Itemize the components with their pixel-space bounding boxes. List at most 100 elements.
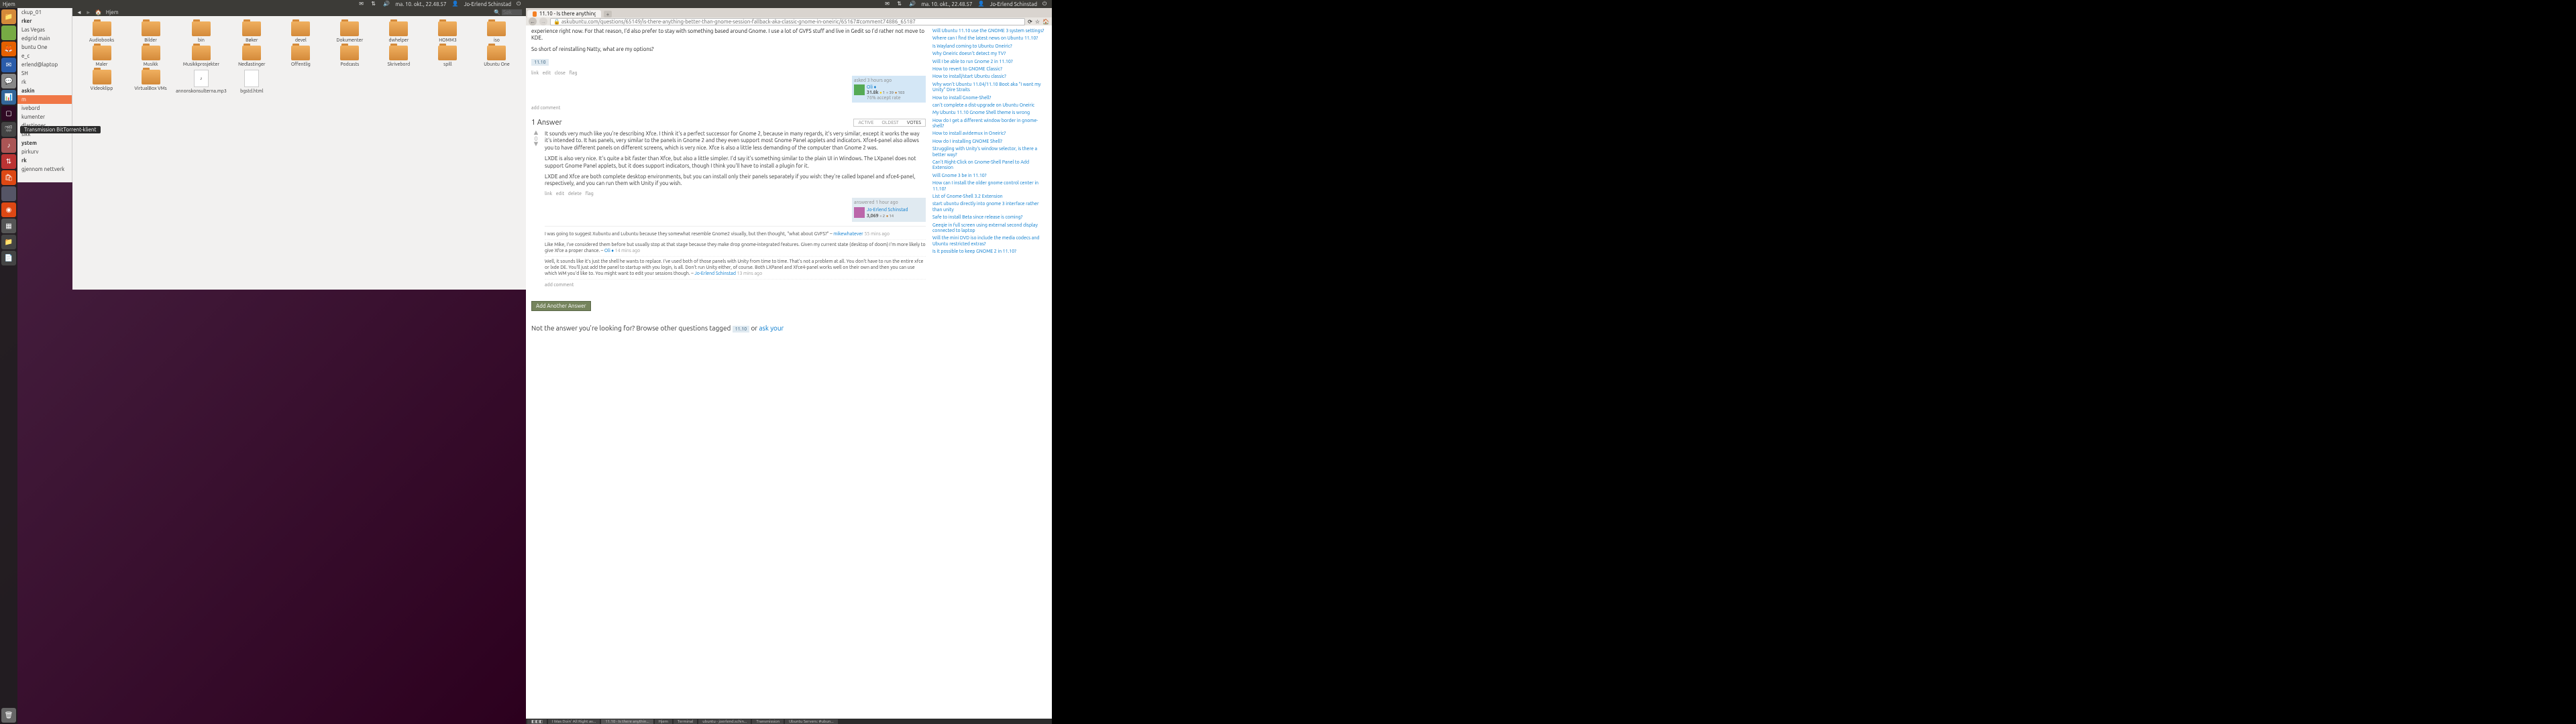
mail-icon[interactable]: ✉: [885, 1, 892, 7]
folder-item[interactable]: Audiobooks: [78, 21, 125, 43]
clock[interactable]: ma. 10. okt., 22.48.57: [395, 1, 446, 7]
related-link[interactable]: Will I be able to run Gnome 2 in 11.10?: [932, 59, 1046, 64]
launcher-workspace[interactable]: ▦: [1, 219, 16, 233]
folder-item[interactable]: bin: [176, 21, 227, 43]
places-item[interactable]: pirkurv: [17, 147, 72, 156]
launcher-terminal[interactable]: ▢: [1, 106, 16, 121]
places-item[interactable]: buntu One: [17, 43, 72, 52]
taskbar-window[interactable]: Ubuntu Servers: #ubun...: [785, 719, 838, 724]
folder-item[interactable]: Podcasts: [326, 46, 374, 67]
places-item[interactable]: gjennom nettverk: [17, 165, 72, 174]
folder-item[interactable]: Videoklipp: [78, 70, 125, 94]
folder-item[interactable]: Bilder: [127, 21, 174, 43]
add-another-answer-button[interactable]: Add Another Answer: [531, 301, 591, 311]
places-item[interactable]: rk: [17, 78, 72, 86]
firefox-tab-active[interactable]: 11.10 - Is there anything better...: [527, 10, 601, 17]
places-item[interactable]: erlend@laptop: [17, 60, 72, 69]
launcher-video[interactable]: 🎬: [1, 122, 16, 137]
taskbar-window[interactable]: Hjem: [655, 719, 672, 724]
related-link[interactable]: Why won't Ubuntu 11.04/11.10 Boot aka "I…: [932, 82, 1046, 93]
location-label[interactable]: Hjem: [106, 9, 119, 15]
nav-back-icon[interactable]: ◄: [76, 9, 82, 15]
folder-item[interactable]: devel: [277, 21, 325, 43]
address-bar[interactable]: 🔒 askubuntu.com/questions/65149/is-there…: [550, 18, 1025, 25]
power-icon[interactable]: ⏻: [517, 1, 523, 7]
related-link[interactable]: Where can I find the latest news on Ubun…: [932, 36, 1046, 41]
post-flag[interactable]: flag: [586, 191, 594, 196]
folder-item[interactable]: Nedlastinger: [228, 46, 276, 67]
post-edit[interactable]: edit: [556, 191, 564, 196]
file-item[interactable]: ♪annonskonsulterna.mp3: [176, 70, 227, 94]
network-icon[interactable]: ⇅: [897, 1, 904, 7]
username[interactable]: Jo-Erlend Schinstad: [990, 1, 1037, 7]
upvote-button[interactable]: ▲: [531, 131, 541, 136]
power-icon[interactable]: ⏻: [1042, 1, 1049, 7]
launcher-software-center[interactable]: 🛍: [1, 170, 16, 185]
reload-icon[interactable]: ⟳: [1028, 19, 1032, 25]
places-item[interactable]: ivebord: [17, 104, 72, 113]
tab-active[interactable]: ACTIVE: [854, 119, 877, 126]
folder-item[interactable]: Ubuntu One: [473, 46, 521, 67]
related-link[interactable]: Struggling with Unity's window selector,…: [932, 146, 1046, 158]
nav-fwd-icon[interactable]: ►: [86, 9, 91, 15]
related-link[interactable]: How to revert to GNOME Classic?: [932, 66, 1046, 72]
home-icon[interactable]: 🏠: [1042, 19, 1049, 25]
tab-oldest[interactable]: OLDEST: [877, 119, 902, 126]
username[interactable]: Jo-Erlend Schinstad: [464, 1, 511, 7]
add-comment-link[interactable]: add comment: [545, 282, 926, 288]
folder-item[interactable]: Musikkprosjekter: [176, 46, 227, 67]
folder-item[interactable]: spill: [424, 46, 472, 67]
related-link[interactable]: How can I install the older gnome contro…: [932, 180, 1046, 192]
question-tag[interactable]: 11.10: [531, 59, 549, 66]
places-item[interactable]: ystem: [17, 139, 72, 147]
launcher-app-3[interactable]: 📊: [1, 90, 16, 105]
ask-your-own-link[interactable]: ask your: [759, 324, 784, 332]
launcher-lens-2[interactable]: 📄: [1, 251, 16, 265]
related-link[interactable]: How to install/start Ubuntu classic?: [932, 74, 1046, 79]
post-edit[interactable]: edit: [543, 70, 551, 76]
related-link[interactable]: Is it possible to keep GNOME 2 in 11.10?: [932, 249, 1046, 254]
related-link[interactable]: Will the mini DVD iso include the media …: [932, 235, 1046, 247]
answerer-name[interactable]: Jo-Erlend Schinstad: [867, 207, 908, 213]
taskbar-window[interactable]: I Was Doin' All Right av...: [548, 719, 600, 724]
launcher-app-2[interactable]: 💬: [1, 74, 16, 88]
network-icon[interactable]: ⇅: [371, 1, 378, 7]
add-comment-link[interactable]: add comment: [531, 105, 926, 111]
folder-item[interactable]: Dokumenter: [326, 21, 374, 43]
folder-item[interactable]: iso: [473, 21, 521, 43]
related-link[interactable]: start ubuntu directly into gnome 3 inter…: [932, 201, 1046, 213]
comment-author[interactable]: Jo-Erlend Schinstad: [694, 271, 736, 276]
related-link[interactable]: How to install avidemux in Oneiric?: [932, 131, 1046, 136]
places-item[interactable]: e_c: [17, 52, 72, 60]
prompt-tag[interactable]: 11.10: [733, 326, 750, 333]
comment-author[interactable]: Oli ♦: [604, 248, 614, 253]
file-item[interactable]: bgstd.html: [228, 70, 276, 94]
page-content[interactable]: experience right now. For that reason, I…: [526, 25, 1052, 719]
sound-icon[interactable]: 🔊: [383, 1, 390, 7]
related-link[interactable]: Can't Right-Click on Gnome-Shell Panel t…: [932, 160, 1046, 171]
new-tab-button[interactable]: +: [604, 11, 612, 17]
folder-item[interactable]: Musikk: [127, 46, 174, 67]
related-link[interactable]: Geeqie in full screen using external sec…: [932, 223, 1046, 234]
taskbar-window[interactable]: ubuntu - joerlend.schin...: [698, 719, 751, 724]
launcher-dash[interactable]: ◉: [1, 202, 16, 217]
places-item[interactable]: edgrid main: [17, 34, 72, 43]
folder-item[interactable]: VirtualBox VMs: [127, 70, 174, 94]
folder-item[interactable]: Bøker: [228, 21, 276, 43]
nav-back-button[interactable]: ←: [529, 17, 537, 25]
related-link[interactable]: Why Oneiric doesn't detect my TV?: [932, 51, 1046, 56]
answerer-avatar[interactable]: [854, 207, 865, 218]
downvote-button[interactable]: ▼: [531, 142, 541, 147]
related-link[interactable]: Is Wayland coming to Ubuntu Oneiric?: [932, 44, 1046, 49]
related-link[interactable]: Safe to install Beta since release is co…: [932, 215, 1046, 220]
related-link[interactable]: My Ubuntu 11.10 Gnome Shell theme is wro…: [932, 110, 1046, 115]
asker-name[interactable]: Oli ♦: [867, 84, 905, 90]
places-item[interactable]: Las Vegas: [17, 25, 72, 34]
places-item[interactable]: askin: [17, 86, 72, 95]
related-link[interactable]: List of Gnome-Shell 3.2 Extension: [932, 194, 1046, 199]
places-item[interactable]: kumenter: [17, 113, 72, 121]
nav-fwd-button[interactable]: →: [539, 17, 547, 25]
launcher-app-4[interactable]: [1, 186, 16, 201]
launcher-app-1[interactable]: [1, 25, 16, 40]
sound-icon[interactable]: 🔊: [909, 1, 916, 7]
